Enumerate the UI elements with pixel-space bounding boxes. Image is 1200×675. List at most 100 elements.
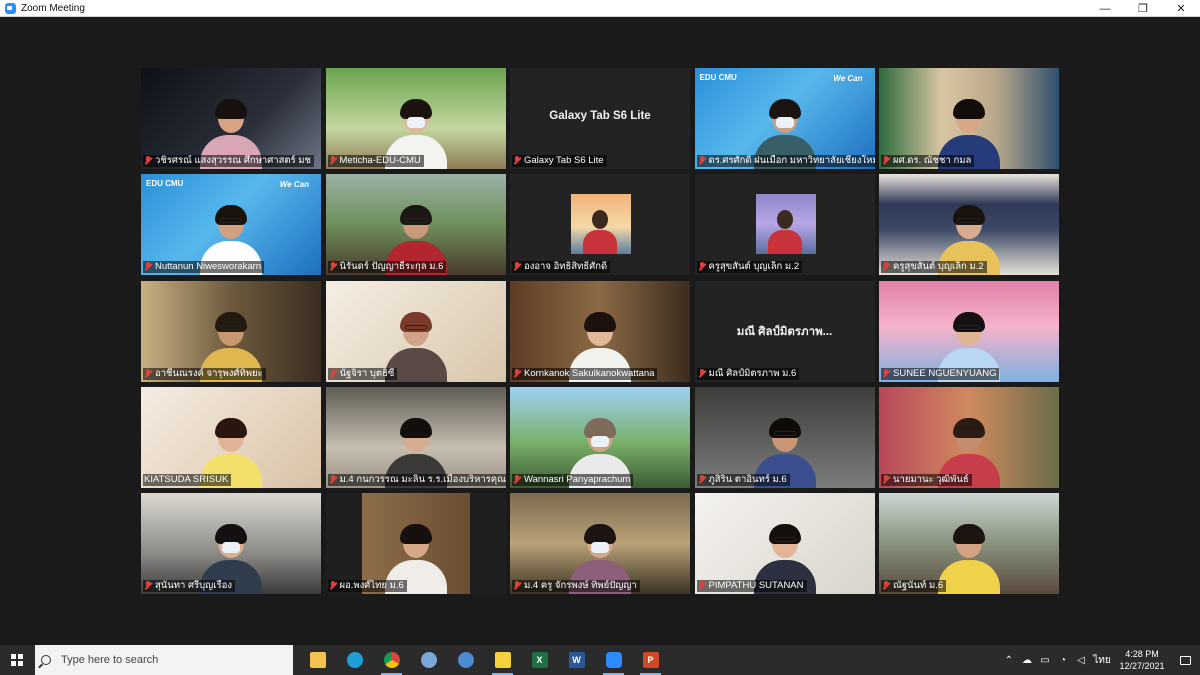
language-indicator[interactable]: ไทย [1090, 645, 1114, 675]
participant-name-label: PIMPATHU SUTANAN [696, 580, 807, 592]
participant-tile[interactable]: EDU CMU We Can ดร.ศรศักดิ์ ฝนเมือก มหาวิทย… [694, 68, 875, 169]
muted-mic-icon [882, 581, 890, 591]
participant-tile[interactable]: EDU CMU We Can Nuttanun Niwesworakarn [141, 174, 321, 276]
participant-tile[interactable]: อาชีนณรงค์ จารุพงศ์ทิพยะ [141, 280, 321, 382]
participant-name-label: มณี ศิลป์มิตรภาพ ม.6 [696, 367, 800, 380]
video-feed [325, 280, 506, 382]
participant-tile[interactable]: ภูสิริน ตาอินทร์ ม.6 [694, 386, 875, 488]
participant-tile[interactable]: สุนันทา ศรีบุญเรือง [141, 493, 321, 594]
participant-tile[interactable]: KIATSUDA SRISUK [141, 386, 321, 488]
participant-tile[interactable]: ม.4 กนกวรรณ มะลิน ร.ร.เมืองบริหารคุณ [325, 386, 506, 488]
participant-name-label: สุนันทา ศรีบุญเรือง [143, 580, 235, 592]
video-feed [879, 386, 1059, 488]
participant-name-label: นายมานะ วุฒิพันธ์ [881, 473, 972, 486]
muted-mic-icon [698, 156, 706, 166]
participant-name-label: อาชีนณรงค์ จารุพงศ์ทิพยะ [143, 367, 266, 380]
participant-tile[interactable]: Kornkanok Sakulkanokwattana [510, 280, 690, 382]
notification-button[interactable] [1170, 645, 1200, 675]
excel-app[interactable]: X [521, 645, 558, 675]
participant-tile[interactable]: Galaxy Tab S6 Lite Galaxy Tab S6 Lite [510, 68, 690, 169]
edge-app[interactable] [336, 645, 373, 675]
muted-mic-icon [882, 474, 890, 485]
windows-taskbar: X W P ⌃ ☁ ▭ ◔ ◁ ไทย 4:28 PM 12/27/2021 [0, 645, 1200, 675]
gallery-view: วชิรศรณ์ แสงสุวรรณ ศึกษาศาสตร์ มช Meticha… [141, 68, 1059, 594]
participant-name-label: ผอ.พงศ์ไทย ม.6 [327, 580, 407, 592]
chrome-app[interactable] [373, 645, 410, 675]
we-can-logo: We Can [279, 180, 309, 190]
video-feed [879, 174, 1059, 276]
network-icon[interactable]: ▭ [1036, 645, 1054, 675]
notification-icon [1179, 655, 1191, 665]
close-button[interactable]: ✕ [1162, 0, 1200, 17]
participant-tile[interactable]: ครูสุขสันต์ บุญเล็ก ม.2 [694, 174, 875, 276]
muted-mic-icon [144, 581, 152, 591]
maximize-button[interactable]: ❐ [1124, 0, 1162, 17]
video-feed [694, 386, 875, 488]
muted-mic-icon [698, 262, 706, 272]
video-feed [510, 386, 690, 488]
participant-tile[interactable]: องอาจ อิทธิสิทธิ์ศักดิ์ [510, 174, 690, 276]
clock-time: 4:28 PM [1125, 649, 1159, 659]
video-feed [141, 493, 321, 594]
muted-mic-icon [513, 262, 521, 272]
participant-tile[interactable]: ม.4 ครู จักรพงษ์ ทิพย์ปัญญา [510, 493, 690, 594]
participant-name-label: นิรันดร์ ปัญญาธีระกุล ม.6 [327, 261, 447, 274]
muted-mic-icon [329, 368, 337, 379]
participant-name: วชิรศรณ์ แสงสุวรรณ ศึกษาศาสตร์ มช [155, 155, 311, 166]
globe-icon [457, 652, 474, 668]
participant-tile[interactable]: Meticha-EDU-CMU [325, 68, 506, 169]
video-feed [141, 68, 321, 169]
participant-tile[interactable]: SUNEE NGUENYUANG [879, 280, 1059, 382]
chevron-up-icon[interactable]: ⌃ [1000, 645, 1018, 675]
participant-tile[interactable]: นัฐจิรา บุตธิซี [325, 280, 506, 382]
video-feed: EDU CMU We Can [141, 174, 321, 276]
clock-date: 12/27/2021 [1119, 661, 1165, 671]
excel-icon: X [531, 652, 548, 668]
participant-name: ดร.ศรศักดิ์ ฝนเมือก มหาวิทยาลัยเชียงใหม่ [708, 155, 875, 166]
zoom-app-icon [5, 2, 16, 14]
cloud-icon[interactable]: ☁ [1018, 645, 1036, 675]
participant-name: นัฐจิรา บุตธิซี [339, 367, 395, 379]
muted-mic-icon [513, 156, 521, 166]
taskbar-app-4[interactable] [410, 645, 447, 675]
participant-tile[interactable]: ครูสุขสันต์ บุญเล็ก ม.2 [879, 174, 1059, 276]
zoom-app[interactable] [595, 645, 632, 675]
participant-name: ครูสุขสันต์ บุญเล็ก ม.2 [708, 261, 800, 273]
taskbar-app-5[interactable] [447, 645, 484, 675]
sticky-notes-app[interactable] [484, 645, 521, 675]
participant-tile[interactable]: ผศ.ดร. ณัชชา กมล [879, 68, 1059, 169]
file-explorer-app[interactable] [299, 645, 336, 675]
participant-name: SUNEE NGUENYUANG [893, 367, 997, 379]
clock[interactable]: 4:28 PM 12/27/2021 [1114, 648, 1170, 672]
participant-name-label: ม.4 ครู จักรพงษ์ ทิพย์ปัญญา [512, 580, 640, 592]
volume-icon[interactable]: ◁ [1072, 645, 1090, 675]
participant-tile[interactable]: นิรันดร์ ปัญญาธีระกุล ม.6 [325, 174, 506, 276]
wifi-icon[interactable]: ◔ [1054, 645, 1072, 675]
participant-tile[interactable]: วชิรศรณ์ แสงสุวรรณ ศึกษาศาสตร์ มช [141, 68, 321, 169]
participant-name-label: Kornkanok Sakulkanokwattana [512, 367, 658, 380]
windows-logo-icon [11, 654, 23, 666]
participant-name: PIMPATHU SUTANAN [708, 580, 804, 591]
participant-tile[interactable]: ณัฐนันท์ ม.6 [879, 493, 1059, 594]
word-icon: W [568, 652, 585, 668]
participant-name: สุนันทา ศรีบุญเรือง [155, 580, 232, 591]
meeting-stage: วชิรศรณ์ แสงสุวรรณ ศึกษาศาสตร์ มช Meticha… [0, 17, 1200, 645]
muted-mic-icon [698, 474, 706, 485]
participant-tile[interactable]: Wannasri Panyaprachum [510, 386, 690, 488]
minimize-button[interactable]: — [1086, 0, 1124, 17]
word-app[interactable]: W [558, 645, 595, 675]
taskbar-search[interactable] [35, 645, 293, 675]
start-button[interactable] [0, 645, 34, 675]
participant-name-label: นัฐจิรา บุตธิซี [327, 367, 398, 380]
participant-tile[interactable]: มณี ศิลป์มิตรภาพ... มณี ศิลป์มิตรภาพ ม.6 [694, 280, 875, 382]
search-input[interactable] [61, 654, 281, 666]
participant-tile[interactable]: ผอ.พงศ์ไทย ม.6 [325, 493, 506, 594]
participant-name-label: ภูสิริน ตาอินทร์ ม.6 [696, 473, 790, 486]
participant-name: องอาจ อิทธิสิทธิ์ศักดิ์ [524, 261, 608, 273]
participant-tile[interactable]: PIMPATHU SUTANAN [694, 493, 875, 594]
app-icon [420, 652, 437, 668]
participant-tile[interactable]: นายมานะ วุฒิพันธ์ [879, 386, 1059, 488]
profile-photo [755, 194, 816, 255]
powerpoint-app[interactable]: P [632, 645, 669, 675]
chrome-icon [383, 652, 400, 668]
